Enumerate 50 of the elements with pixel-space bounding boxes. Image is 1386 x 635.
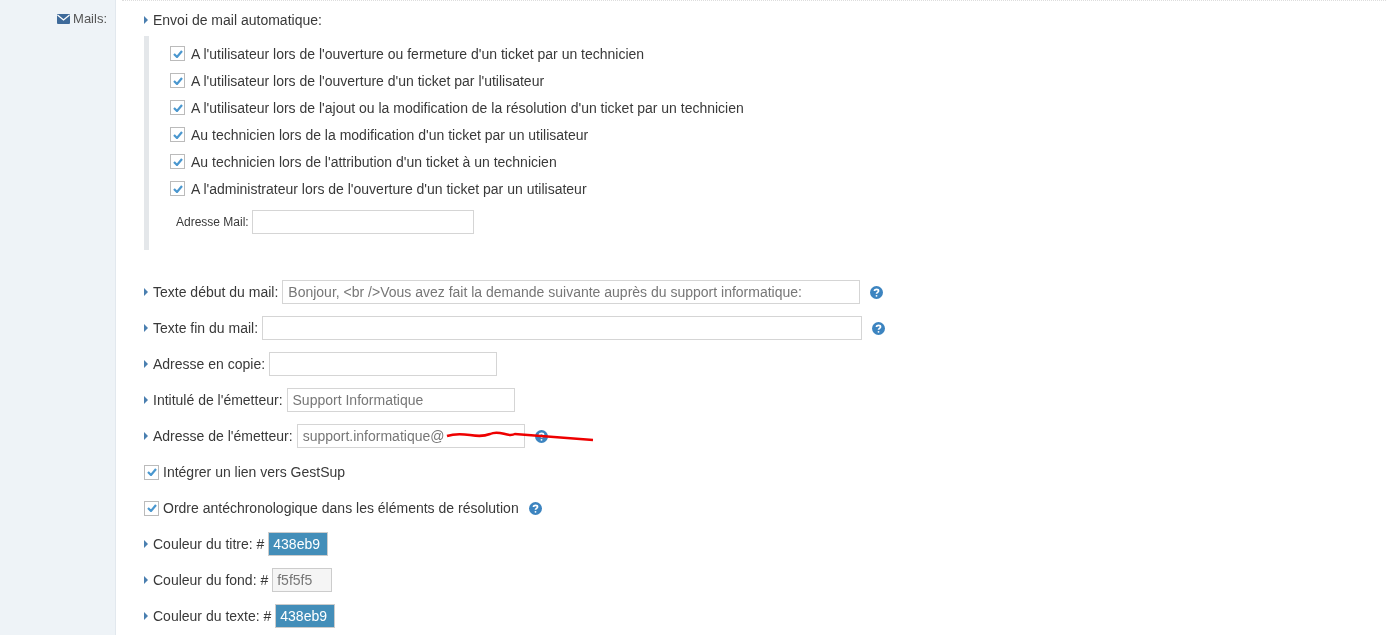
checkbox[interactable]	[170, 46, 185, 61]
envelope-icon	[57, 13, 71, 24]
field-label: Couleur du fond: #	[153, 572, 269, 588]
checkbox[interactable]	[170, 127, 185, 142]
input-field[interactable]: Bonjour, <br />Vous avez fait la demande suivante auprès du support informatique:	[282, 280, 861, 304]
field-label: Texte début du mail:	[153, 284, 279, 300]
checkbox[interactable]	[170, 73, 185, 88]
input-field[interactable]	[251, 210, 474, 234]
checkbox[interactable]	[170, 100, 185, 115]
help-icon[interactable]	[870, 285, 884, 299]
option-label: A l'administrateur lors de l'ouverture d'un ticket par un utilisateur	[191, 180, 587, 197]
field-label: Adresse de l'émetteur:	[153, 428, 293, 444]
caret-icon	[144, 396, 148, 404]
caret-icon	[144, 432, 148, 440]
caret-icon	[144, 360, 148, 368]
input-field[interactable]: support.informatique@	[296, 424, 525, 448]
option-label: Au technicien lors de l'attribution d'un ticket à un technicien	[191, 153, 557, 170]
checkbox[interactable]	[170, 154, 185, 169]
checkbox-label: Ordre antéchronologique dans les éléments de résolution	[163, 500, 519, 516]
option-label: Au technicien lors de la modification d'un ticket par un utilisateur	[191, 126, 589, 143]
option-label: A l'utilisateur lors de l'ouverture ou fermeture d'un ticket par un technicien	[191, 45, 645, 62]
option-label: A l'utilisateur lors de l'ajout ou la modification de la résolution d'un ticket par un technicien	[191, 99, 744, 116]
field-label: Couleur du titre: #	[153, 536, 265, 552]
caret-icon	[144, 612, 148, 620]
field-label: Intitulé de l'émetteur:	[153, 392, 283, 408]
section-label: Mails:	[73, 11, 107, 26]
checkbox[interactable]	[144, 464, 159, 480]
caret-icon	[144, 288, 148, 296]
field-label: Adresse en copie:	[153, 356, 266, 372]
color-field[interactable]: 438eb9	[275, 604, 336, 628]
help-icon[interactable]	[872, 321, 886, 335]
field-label: Adresse Mail:	[176, 215, 249, 229]
field-label: Envoi de mail automatique:	[153, 12, 322, 28]
caret-icon	[144, 540, 148, 548]
option-label: A l'utilisateur lors de l'ouverture d'un ticket par l'utilisateur	[191, 72, 545, 89]
input-field[interactable]: Support Informatique	[286, 388, 515, 412]
checkbox[interactable]	[144, 500, 159, 516]
input-field[interactable]	[262, 316, 863, 340]
help-icon[interactable]	[534, 429, 548, 443]
checkbox[interactable]	[170, 181, 185, 196]
help-icon[interactable]	[528, 501, 542, 515]
checkbox-label: Intégrer un lien vers GestSup	[163, 464, 346, 480]
caret-icon	[144, 16, 148, 24]
caret-icon	[144, 324, 148, 332]
input-field[interactable]	[269, 352, 498, 376]
field-label: Texte fin du mail:	[153, 320, 259, 336]
color-field[interactable]: 438eb9	[268, 532, 329, 556]
color-field[interactable]: f5f5f5	[272, 568, 333, 592]
caret-icon	[144, 576, 148, 584]
field-label: Couleur du texte: #	[153, 608, 272, 624]
